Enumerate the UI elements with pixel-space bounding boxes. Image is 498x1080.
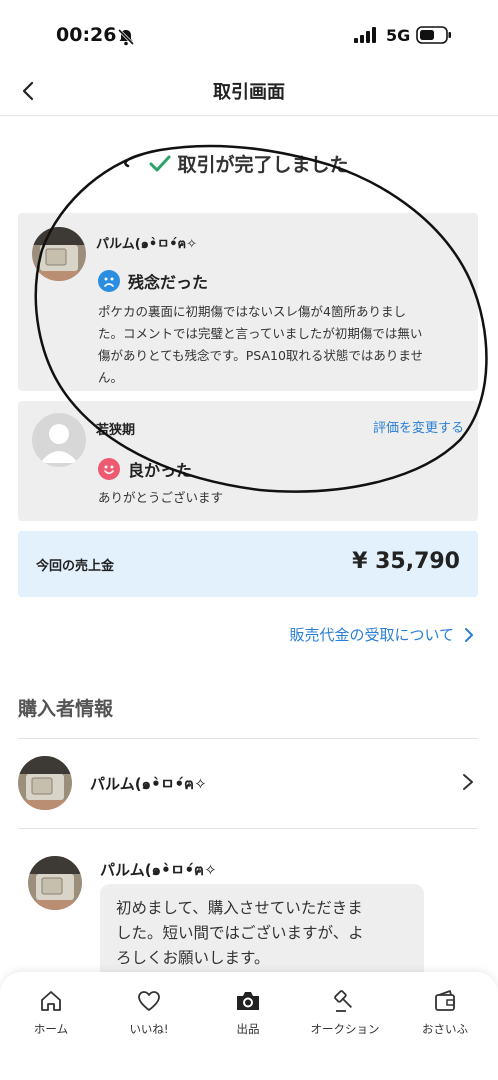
message-bubble: 初めまして、購入させていただきま した。短い間ではございますが、よ ろしくお願い… [100, 884, 424, 984]
rating-text: 残念だった [128, 273, 209, 292]
message-line: 初めまして、購入させていただきま [116, 899, 363, 917]
avatar[interactable] [28, 856, 82, 910]
status-bar: 00:26 5G [0, 0, 498, 70]
wallet-icon [435, 990, 455, 1011]
buyer-profile-row[interactable]: パルム(๑•̀ㅁ•́ฅ✧ [0, 740, 498, 828]
rating: 残念だった [98, 269, 208, 293]
sales-amount: ¥ 35,790 [352, 549, 460, 574]
page-title: 取引画面 [213, 82, 285, 103]
change-rating-link[interactable]: 評価を変更する [373, 417, 464, 436]
home-icon [41, 991, 61, 1011]
complete-text: 取引が完了しました [177, 154, 349, 176]
review-body-line: ん。 [98, 370, 124, 385]
transaction-complete-message: 取引が完了しました [0, 150, 498, 177]
gavel-icon [334, 990, 353, 1012]
payment-receipt-link[interactable]: 販売代金の受取について [289, 624, 474, 645]
check-icon [149, 155, 171, 172]
divider [18, 738, 478, 739]
camera-icon [237, 992, 259, 1010]
tab-auction[interactable]: オークション [300, 988, 390, 1037]
sales-label: 今回の売上金 [36, 559, 115, 574]
smile-face-icon [98, 458, 120, 480]
review-body: ありがとうございます [98, 490, 224, 505]
nav-bar: 取引画面 [0, 70, 498, 116]
bottom-tab-bar: ホーム いいね! 出品 オークション おさいふ [0, 972, 498, 1080]
rating: 良かった [98, 457, 192, 481]
tab-label: おさいふ [422, 1022, 468, 1036]
rating-text: 良かった [128, 461, 193, 480]
message-line: した。短い間ではございますが、よ [116, 924, 364, 942]
section-title-buyer: 購入者情報 [18, 698, 114, 720]
review-body-line: ポケカの裏面に初期傷ではないスレ傷が4箇所ありまし [98, 304, 406, 319]
review-card-seller: 若狭期 評価を変更する 良かった ありがとうございます [18, 401, 478, 521]
tab-label: いいね! [129, 1022, 169, 1036]
heart-icon [138, 991, 160, 1011]
reviewer-name[interactable]: パルム(๑•̀ㅁ•́ฅ✧ [96, 233, 197, 254]
sad-face-icon [98, 270, 120, 292]
tab-label: 出品 [236, 1022, 260, 1036]
status-time: 00:26 [56, 24, 117, 46]
chevron-right-icon [465, 627, 473, 642]
review-card-buyer: パルム(๑•̀ㅁ•́ฅ✧ 残念だった ポケカの裏面に初期傷ではないスレ傷が4箇所… [18, 213, 478, 391]
message-sender-name: パルム(๑•̀ㅁ•́ฅ✧ [100, 861, 217, 879]
chevron-right-icon[interactable] [462, 772, 474, 792]
default-avatar-icon[interactable] [32, 413, 86, 467]
tab-sell[interactable]: 出品 [203, 988, 293, 1037]
tab-wallet[interactable]: おさいふ [400, 988, 490, 1037]
tab-likes[interactable]: いいね! [104, 988, 194, 1037]
review-body: ポケカの裏面に初期傷ではないスレ傷が4箇所ありまし た。コメントでは完璧と言って… [98, 301, 423, 389]
tab-label: ホーム [33, 1022, 69, 1036]
avatar[interactable] [18, 756, 72, 810]
bell-muted-icon [117, 28, 135, 46]
buyer-name[interactable]: パルム(๑•̀ㅁ•́ฅ✧ [90, 772, 207, 796]
divider [18, 828, 478, 829]
review-body-line: 傷がありとても残念です。PSA10取れる状態ではありませ [98, 348, 424, 363]
signal-icon [354, 27, 376, 43]
network-type: 5G [386, 26, 411, 45]
tab-home[interactable]: ホーム [6, 988, 96, 1037]
reviewer-name[interactable]: 若狭期 [96, 419, 135, 438]
tab-label: オークション [310, 1022, 380, 1036]
avatar[interactable] [32, 227, 86, 281]
payment-receipt-link-text[interactable]: 販売代金の受取について [289, 624, 454, 645]
battery-icon [416, 26, 451, 44]
review-body-line: た。コメントでは完璧と言っていましたが初期傷では無い [98, 326, 423, 341]
message-line: ろしくお願いします。 [116, 949, 270, 967]
sales-summary: 今回の売上金 ¥ 35,790 [18, 531, 478, 597]
